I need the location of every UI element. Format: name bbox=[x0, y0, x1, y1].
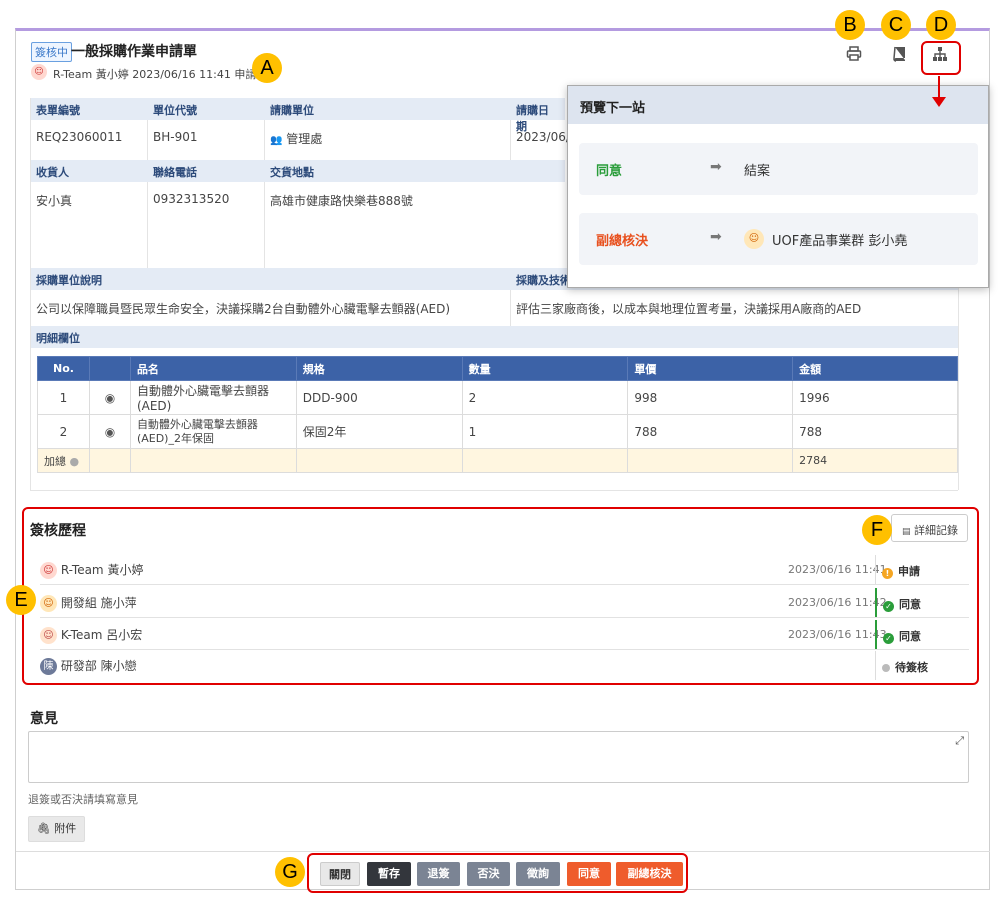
address-value: 高雄市健康路快樂巷888號 bbox=[270, 194, 413, 208]
sum-label: 加總 ● bbox=[37, 448, 90, 473]
row-amount: 788 bbox=[792, 414, 958, 449]
callout-e: E bbox=[6, 585, 36, 615]
phone-value: 0932313520 bbox=[153, 192, 230, 206]
label-unit-desc: 採購單位說明 bbox=[30, 268, 510, 290]
table-row: 1 ◉ 自動體外心臟電擊去顫器(AED) DDD-900 2 998 1996 bbox=[37, 380, 958, 415]
avatar: ☺ bbox=[744, 229, 764, 249]
status-badge: 簽核中 bbox=[31, 42, 72, 62]
row-no: 1 bbox=[37, 380, 90, 415]
tech-desc-value: 評估三家廠商後，以成本與地理位置考量，決議採用A廠商的AED bbox=[516, 302, 862, 316]
highlight-actions bbox=[307, 853, 688, 893]
book-icon[interactable] bbox=[888, 46, 910, 66]
callout-f: F bbox=[862, 515, 892, 545]
card-key: 同意 bbox=[596, 164, 623, 179]
attach-label: 附件 bbox=[54, 822, 77, 835]
attach-button[interactable]: 🖇 附件 bbox=[28, 816, 85, 842]
paperclip-icon: 🖇 bbox=[36, 822, 51, 835]
col-price: 單價 bbox=[627, 356, 794, 381]
receiver-value: 安小真 bbox=[36, 194, 73, 208]
label-req-unit: 請購單位 bbox=[264, 98, 510, 120]
callout-b: B bbox=[835, 10, 865, 40]
table-row: 2 ◉ 自動體外心臟電擊去顫器(AED)_2年保固 保固2年 1 788 788 bbox=[37, 414, 958, 449]
highlight-history bbox=[22, 507, 979, 685]
eye-icon[interactable]: ◉ bbox=[88, 380, 131, 415]
eye-icon[interactable]: ◉ bbox=[88, 414, 131, 449]
sum-amount: 2784 bbox=[792, 448, 958, 473]
next-station-card-vp: 副總核決 ➡ ☺ UOF產品事業群 彭小堯 bbox=[579, 213, 978, 265]
group-icon: 👥 bbox=[270, 135, 283, 146]
col-amount: 金額 bbox=[792, 356, 958, 381]
page-title: 一般採購作業申請單 bbox=[71, 44, 197, 60]
row-price: 998 bbox=[627, 380, 794, 415]
label-receiver: 收貨人 bbox=[30, 160, 147, 182]
callout-a: A bbox=[252, 53, 282, 83]
row-no: 2 bbox=[37, 414, 90, 449]
expand-icon[interactable]: ⤢ bbox=[955, 734, 964, 748]
unit-desc-value: 公司以保障職員暨民眾生命安全，決議採購2台自動體外心臟電擊去顫器(AED) bbox=[36, 302, 451, 316]
next-station-card-agree: 同意 ➡ 結案 bbox=[579, 143, 978, 195]
label-req-date: 請購日期 bbox=[510, 98, 565, 133]
label-unit-code: 單位代號 bbox=[147, 98, 264, 120]
annotation-arrow-head bbox=[932, 97, 946, 107]
callout-c: C bbox=[881, 10, 911, 40]
unit-code-value: BH-901 bbox=[153, 130, 198, 144]
row-price: 788 bbox=[627, 414, 794, 449]
card-key: 副總核決 bbox=[596, 234, 649, 249]
sum-row: 加總 ● 2784 bbox=[37, 448, 958, 473]
col-no: No. bbox=[37, 356, 90, 381]
row-amount: 1996 bbox=[792, 380, 958, 415]
action-bar-divider bbox=[16, 851, 990, 852]
req-unit-value: 👥 管理處 bbox=[264, 122, 328, 155]
arrow-right-icon: ➡ bbox=[710, 159, 722, 175]
highlight-flow-icon bbox=[921, 41, 961, 75]
form-no-value: REQ23060011 bbox=[36, 130, 123, 144]
card-target: UOF產品事業群 彭小堯 bbox=[772, 234, 908, 249]
opinion-title: 意見 bbox=[30, 711, 58, 727]
label-address: 交貨地點 bbox=[264, 160, 565, 182]
row-name: 自動體外心臟電擊去顫器(AED)_2年保固 bbox=[129, 414, 297, 449]
callout-g: G bbox=[275, 857, 305, 887]
col-qty: 數量 bbox=[461, 356, 629, 381]
next-station-popup: 預覽下一站 同意 ➡ 結案 副總核決 ➡ ☺ UOF產品事業群 彭小堯 bbox=[567, 85, 989, 288]
sum-label-text: 加總 bbox=[44, 454, 66, 468]
popup-title: 預覽下一站 bbox=[568, 86, 988, 124]
opinion-textarea[interactable]: ⤢ bbox=[28, 731, 969, 783]
label-phone: 聯絡電話 bbox=[147, 160, 264, 182]
card-target: 結案 bbox=[744, 164, 771, 179]
label-detail: 明細欄位 bbox=[30, 326, 958, 348]
row-qty: 2 bbox=[461, 380, 629, 415]
col-spec: 規格 bbox=[295, 356, 463, 381]
row-name: 自動體外心臟電擊去顫器(AED) bbox=[129, 380, 297, 415]
req-unit-text: 管理處 bbox=[286, 132, 323, 146]
print-icon[interactable] bbox=[843, 46, 865, 66]
label-form-no: 表單編號 bbox=[30, 98, 147, 120]
col-view bbox=[88, 356, 131, 381]
arrow-right-icon: ➡ bbox=[710, 229, 722, 245]
info-icon: ● bbox=[69, 454, 80, 468]
opinion-hint: 退簽或否決請填寫意見 bbox=[28, 793, 138, 806]
row-qty: 1 bbox=[461, 414, 629, 449]
items-table: No. 品名 規格 數量 單價 金額 1 ◉ 自動體外心臟電擊去顫器(AED) … bbox=[37, 356, 958, 473]
row-spec: DDD-900 bbox=[295, 380, 463, 415]
row-spec: 保固2年 bbox=[295, 414, 463, 449]
col-name: 品名 bbox=[129, 356, 297, 381]
callout-d: D bbox=[926, 10, 956, 40]
